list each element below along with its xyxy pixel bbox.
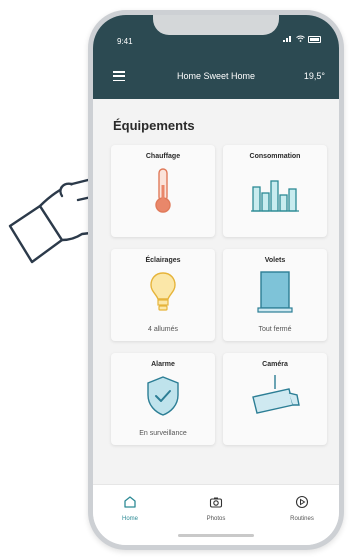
tile-status: Tout fermé — [258, 326, 292, 333]
phone-notch — [153, 15, 279, 35]
tile-volets[interactable]: Volets Tout fermé — [223, 249, 327, 341]
camera-photo-icon — [209, 497, 223, 508]
shield-check-icon — [111, 373, 215, 419]
phone-frame: 9:41 Home Sweet Home 19,5° Équipements C… — [88, 10, 344, 550]
section-title: Équipements — [113, 118, 195, 133]
shutter-icon — [223, 269, 327, 315]
tile-camera[interactable]: Caméra — [223, 353, 327, 445]
bottom-navigation: Home Photos Routines — [93, 484, 339, 545]
tile-status: En surveillance — [139, 430, 187, 437]
camera-icon — [223, 373, 327, 419]
lightbulb-icon — [111, 269, 215, 315]
battery-icon — [308, 36, 321, 43]
wifi-icon — [296, 35, 305, 44]
nav-label: Routines — [290, 516, 314, 522]
tile-consommation[interactable]: Consommation — [223, 145, 327, 237]
routine-icon — [295, 495, 309, 509]
tile-label: Volets — [264, 257, 286, 264]
nav-routines[interactable]: Routines — [277, 495, 327, 522]
tile-alarme[interactable]: Alarme En surveillance — [111, 353, 215, 445]
temperature-readout: 19,5° — [303, 71, 325, 81]
tile-label: Caméra — [262, 361, 288, 368]
home-name-title: Home Sweet Home — [176, 71, 256, 81]
nav-label: Home — [121, 516, 138, 522]
tile-eclairages[interactable]: Éclairages 4 allumés — [111, 249, 215, 341]
nav-home[interactable]: Home — [105, 495, 155, 522]
bar-chart-icon — [223, 165, 327, 215]
thermometer-icon — [111, 165, 215, 215]
signal-icon — [283, 35, 293, 44]
status-time: 9:41 — [117, 37, 133, 46]
nav-photos[interactable]: Photos — [191, 495, 241, 522]
app-header: 9:41 Home Sweet Home 19,5° — [93, 15, 339, 99]
nav-label: Photos — [206, 516, 226, 522]
tile-chauffage[interactable]: Chauffage — [111, 145, 215, 237]
tile-label: Alarme — [151, 361, 175, 368]
tile-status: 4 allumés — [148, 326, 178, 333]
tile-label: Éclairages — [145, 257, 181, 264]
tile-label: Consommation — [249, 153, 301, 160]
tile-label: Chauffage — [145, 153, 181, 160]
phone-screen: 9:41 Home Sweet Home 19,5° Équipements C… — [93, 15, 339, 545]
status-icons — [283, 35, 321, 44]
home-indicator — [178, 534, 254, 537]
house-icon — [124, 496, 136, 508]
